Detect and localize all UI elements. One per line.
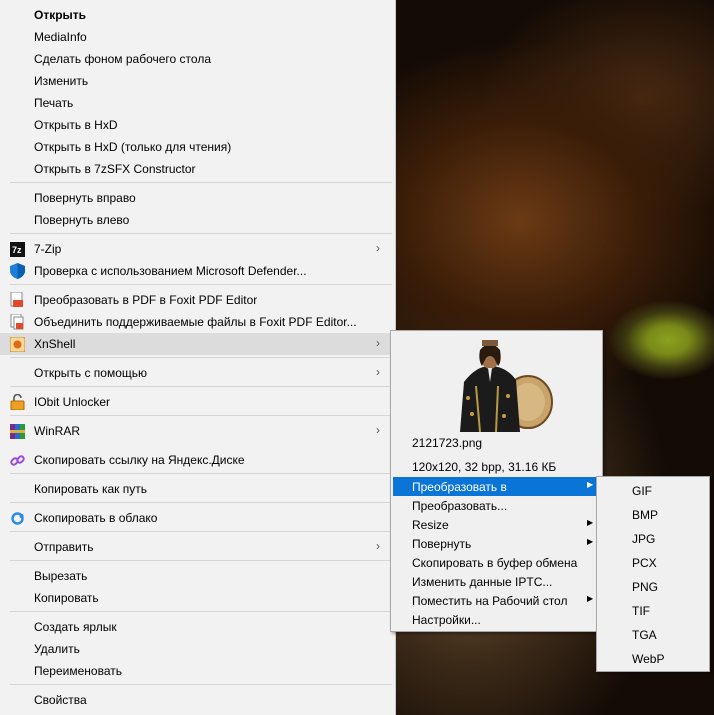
menu-item-edit[interactable]: Изменить (0, 70, 395, 92)
submenu-item-place-desktop[interactable]: Поместить на Рабочий стол ▶ (391, 591, 598, 610)
file-name: 2121723.png (412, 436, 483, 450)
menu-item-rotate-left[interactable]: Повернуть влево (0, 209, 395, 231)
triangle-right-icon: ▶ (587, 480, 594, 489)
menu-item-create-shortcut[interactable]: Создать ярлык (0, 616, 395, 638)
triangle-right-icon: ▶ (587, 518, 594, 527)
menu-item-foxit-merge[interactable]: Объединить поддерживаемые файлы в Foxit … (0, 311, 395, 333)
file-info: 120x120, 32 bpp, 31.16 КБ (412, 460, 557, 474)
format-item-pcx[interactable]: PCX (597, 551, 709, 575)
menu-separator (10, 560, 392, 561)
menu-item-winrar[interactable]: WinRAR › (0, 420, 395, 442)
format-item-png[interactable]: PNG (597, 575, 709, 599)
menu-item-properties[interactable]: Свойства (0, 689, 395, 711)
chevron-right-icon: › (376, 539, 380, 553)
menu-item-xnshell[interactable]: XnShell › (0, 333, 395, 355)
xnshell-submenu: 2121723.png 120x120, 32 bpp, 31.16 КБ Пр… (390, 330, 603, 632)
menu-item-copy-as-path[interactable]: Копировать как путь (0, 478, 395, 500)
triangle-right-icon: ▶ (587, 594, 594, 603)
menu-separator (10, 531, 392, 532)
foxit-pdf-icon (9, 292, 25, 308)
submenu-item-convert-to[interactable]: Преобразовать в ▶ (393, 477, 600, 496)
menu-item-set-wallpaper[interactable]: Сделать фоном рабочего стола (0, 48, 395, 70)
context-menu: Открыть MediaInfo Сделать фоном рабочего… (0, 0, 396, 715)
format-item-gif[interactable]: GIF (597, 479, 709, 503)
chevron-right-icon: › (376, 336, 380, 350)
menu-item-open-7zsfx[interactable]: Открыть в 7zSFX Constructor (0, 158, 395, 180)
submenu-item-copy-clipboard[interactable]: Скопировать в буфер обмена (391, 553, 598, 572)
menu-separator (10, 502, 392, 503)
xnshell-icon (9, 336, 25, 352)
submenu-item-settings[interactable]: Настройки... (391, 610, 598, 629)
menu-separator (10, 415, 392, 416)
menu-separator (10, 233, 392, 234)
menu-item-rename[interactable]: Переименовать (0, 660, 395, 682)
link-icon (9, 452, 25, 468)
triangle-right-icon: ▶ (587, 537, 594, 546)
submenu-item-convert[interactable]: Преобразовать... (391, 496, 598, 515)
foxit-merge-icon (9, 314, 25, 330)
submenu-item-rotate[interactable]: Повернуть ▶ (391, 534, 598, 553)
chevron-right-icon: › (376, 423, 380, 437)
image-thumbnail (446, 336, 556, 433)
menu-item-iobit-unlocker[interactable]: IObit Unlocker (0, 391, 395, 413)
menu-item-mediainfo[interactable]: MediaInfo (0, 26, 395, 48)
convert-format-submenu: GIF BMP JPG PCX PNG TIF TGA WebP (596, 476, 710, 672)
menu-item-7zip[interactable]: 7z 7-Zip › (0, 238, 395, 260)
menu-separator (10, 684, 392, 685)
submenu-item-resize[interactable]: Resize ▶ (391, 515, 598, 534)
menu-separator (10, 386, 392, 387)
menu-separator (10, 357, 392, 358)
menu-item-open-hxd[interactable]: Открыть в HxD (0, 114, 395, 136)
menu-separator (10, 284, 392, 285)
winrar-icon (9, 423, 25, 439)
format-item-tga[interactable]: TGA (597, 623, 709, 647)
chevron-right-icon: › (376, 365, 380, 379)
menu-item-defender-scan[interactable]: Проверка с использованием Microsoft Defe… (0, 260, 395, 282)
menu-item-foxit-convert-pdf[interactable]: Преобразовать в PDF в Foxit PDF Editor (0, 289, 395, 311)
cloud-icon (9, 510, 25, 526)
menu-item-copy[interactable]: Копировать (0, 587, 395, 609)
menu-item-send-to[interactable]: Отправить › (0, 536, 395, 558)
menu-separator (10, 182, 392, 183)
format-item-jpg[interactable]: JPG (597, 527, 709, 551)
menu-item-cut[interactable]: Вырезать (0, 565, 395, 587)
format-item-tif[interactable]: TIF (597, 599, 709, 623)
format-item-webp[interactable]: WebP (597, 647, 709, 671)
menu-item-open-hxd-readonly[interactable]: Открыть в HxD (только для чтения) (0, 136, 395, 158)
menu-item-open-with[interactable]: Открыть с помощью › (0, 362, 395, 384)
format-item-bmp[interactable]: BMP (597, 503, 709, 527)
submenu-item-edit-iptc[interactable]: Изменить данные IPTC... (391, 572, 598, 591)
menu-item-print[interactable]: Печать (0, 92, 395, 114)
shield-icon (9, 263, 25, 279)
chevron-right-icon: › (376, 241, 380, 255)
menu-item-open[interactable]: Открыть (0, 4, 395, 26)
menu-item-yandex-disk-link[interactable]: Скопировать ссылку на Яндекс.Диске (0, 449, 395, 471)
menu-separator (10, 473, 392, 474)
menu-item-delete[interactable]: Удалить (0, 638, 395, 660)
menu-separator (10, 611, 392, 612)
menu-item-copy-to-cloud[interactable]: Скопировать в облако (0, 507, 395, 529)
svg-text:7z: 7z (12, 245, 22, 255)
7zip-icon: 7z (9, 241, 25, 257)
menu-item-rotate-right[interactable]: Повернуть вправо (0, 187, 395, 209)
unlock-icon (9, 394, 25, 410)
